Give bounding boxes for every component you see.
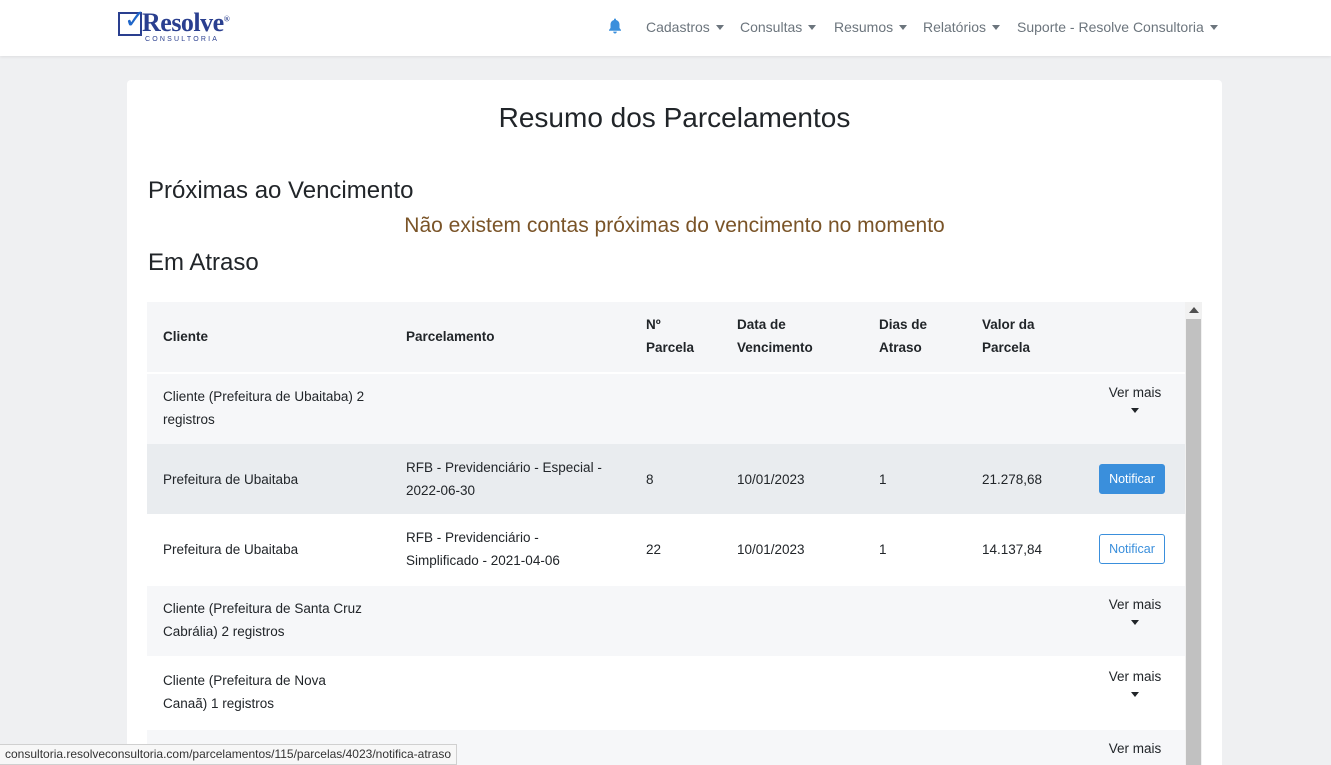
group-client-label: Cliente (Prefeitura de Nova Canaã) 1 regi… bbox=[163, 673, 326, 711]
caret-down-icon bbox=[715, 24, 724, 30]
caret-down-icon bbox=[808, 24, 817, 30]
nav-relatorios[interactable]: Relatórios bbox=[923, 19, 1001, 37]
cell-vencimento: 10/01/2023 bbox=[737, 472, 805, 487]
nav-consultas[interactable]: Consultas bbox=[740, 19, 817, 37]
cell-numero: 8 bbox=[646, 472, 654, 487]
table-group-row[interactable]: Cliente (Prefeitura de Ubaitaba) 2 regist… bbox=[147, 374, 1185, 444]
cell-numero: 22 bbox=[646, 542, 662, 557]
nav-suporte[interactable]: Suporte - Resolve Consultoria bbox=[1017, 19, 1218, 37]
cell-cliente: Prefeitura de Ubaitaba bbox=[163, 472, 299, 487]
table-row: Prefeitura de Ubaitaba RFB - Previdenciá… bbox=[147, 444, 1185, 514]
bell-icon[interactable] bbox=[608, 18, 622, 34]
table-header: Cliente Parcelamento Nº Parcela Data de Ve… bbox=[147, 302, 1185, 372]
table-group-row[interactable]: Cliente (Prefeitura de Santa Cruz Cabráli… bbox=[147, 586, 1185, 656]
logo-subtitle: CONSULTORIA bbox=[145, 36, 220, 43]
ver-mais-toggle[interactable]: Ver mais bbox=[1097, 385, 1173, 414]
table-row: Prefeitura de Ubaitaba RFB - Previdenciá… bbox=[147, 514, 1185, 584]
upcoming-empty-message: Não existem contas próximas do venciment… bbox=[404, 214, 945, 237]
overdue-heading: Em Atraso bbox=[148, 249, 259, 276]
nav-cadastros[interactable]: Cadastros bbox=[646, 19, 724, 37]
header-data-vencimento: Data de Vencimento bbox=[737, 317, 813, 355]
cell-dias: 1 bbox=[879, 542, 887, 557]
header-cliente: Cliente bbox=[163, 329, 209, 344]
notificar-button[interactable]: Notificar bbox=[1099, 534, 1165, 564]
caret-down-icon bbox=[899, 24, 908, 30]
page-title: Resumo dos Parcelamentos bbox=[498, 102, 851, 133]
cell-parcelamento: RFB - Previdenciário - Especial -2022-06… bbox=[406, 460, 602, 498]
caret-down-icon bbox=[1131, 692, 1139, 697]
resolve-logo[interactable]: ✓ Resolve® CONSULTORIA bbox=[118, 6, 230, 46]
notificar-button[interactable]: Notificar bbox=[1099, 464, 1165, 494]
table-scrollbar[interactable] bbox=[1185, 302, 1202, 765]
overdue-table: Cliente Parcelamento Nº Parcela Data de Ve… bbox=[147, 302, 1202, 765]
cell-cliente: Prefeitura de Ubaitaba bbox=[163, 542, 299, 557]
caret-down-icon bbox=[1131, 408, 1139, 413]
scroll-up-arrow-icon[interactable] bbox=[1189, 307, 1199, 313]
logo-wordmark: Resolve® bbox=[142, 8, 230, 37]
caret-down-icon bbox=[1209, 24, 1218, 30]
nav-resumos[interactable]: Resumos bbox=[834, 19, 908, 37]
caret-down-icon bbox=[1131, 620, 1139, 625]
ver-mais-toggle[interactable]: Ver mais bbox=[1097, 597, 1173, 626]
header-valor-parcela: Valor da Parcela bbox=[982, 317, 1035, 355]
caret-down-icon bbox=[992, 24, 1001, 30]
top-navbar: ✓ Resolve® CONSULTORIA Cadastros Consult… bbox=[0, 0, 1331, 56]
table-group-row[interactable]: Cliente (Prefeitura de Nova Canaã) 1 regi… bbox=[147, 658, 1185, 728]
ver-mais-toggle[interactable]: Ver mais bbox=[1097, 741, 1173, 756]
scroll-thumb[interactable] bbox=[1186, 319, 1201, 765]
header-dias-atraso: Dias de Atraso bbox=[879, 317, 928, 355]
cell-valor: 21.278,68 bbox=[982, 472, 1043, 487]
upcoming-heading: Próximas ao Vencimento bbox=[148, 177, 414, 204]
cell-parcelamento: RFB - Previdenciário - Simplificado - 202… bbox=[406, 530, 560, 568]
group-client-label: Cliente (Prefeitura de Ubaitaba) 2 regist… bbox=[163, 389, 365, 427]
ver-mais-toggle[interactable]: Ver mais bbox=[1097, 669, 1173, 698]
group-client-label: Cliente (Prefeitura de Santa Cruz Cabráli… bbox=[163, 601, 362, 639]
browser-status-url: consultoria.resolveconsultoria.com/parce… bbox=[0, 744, 458, 765]
cell-dias: 1 bbox=[879, 472, 887, 487]
header-numero-parcela: Nº Parcela bbox=[646, 317, 695, 355]
cell-valor: 14.137,84 bbox=[982, 542, 1043, 557]
cell-vencimento: 10/01/2023 bbox=[737, 542, 805, 557]
header-parcelamento: Parcelamento bbox=[406, 329, 495, 344]
